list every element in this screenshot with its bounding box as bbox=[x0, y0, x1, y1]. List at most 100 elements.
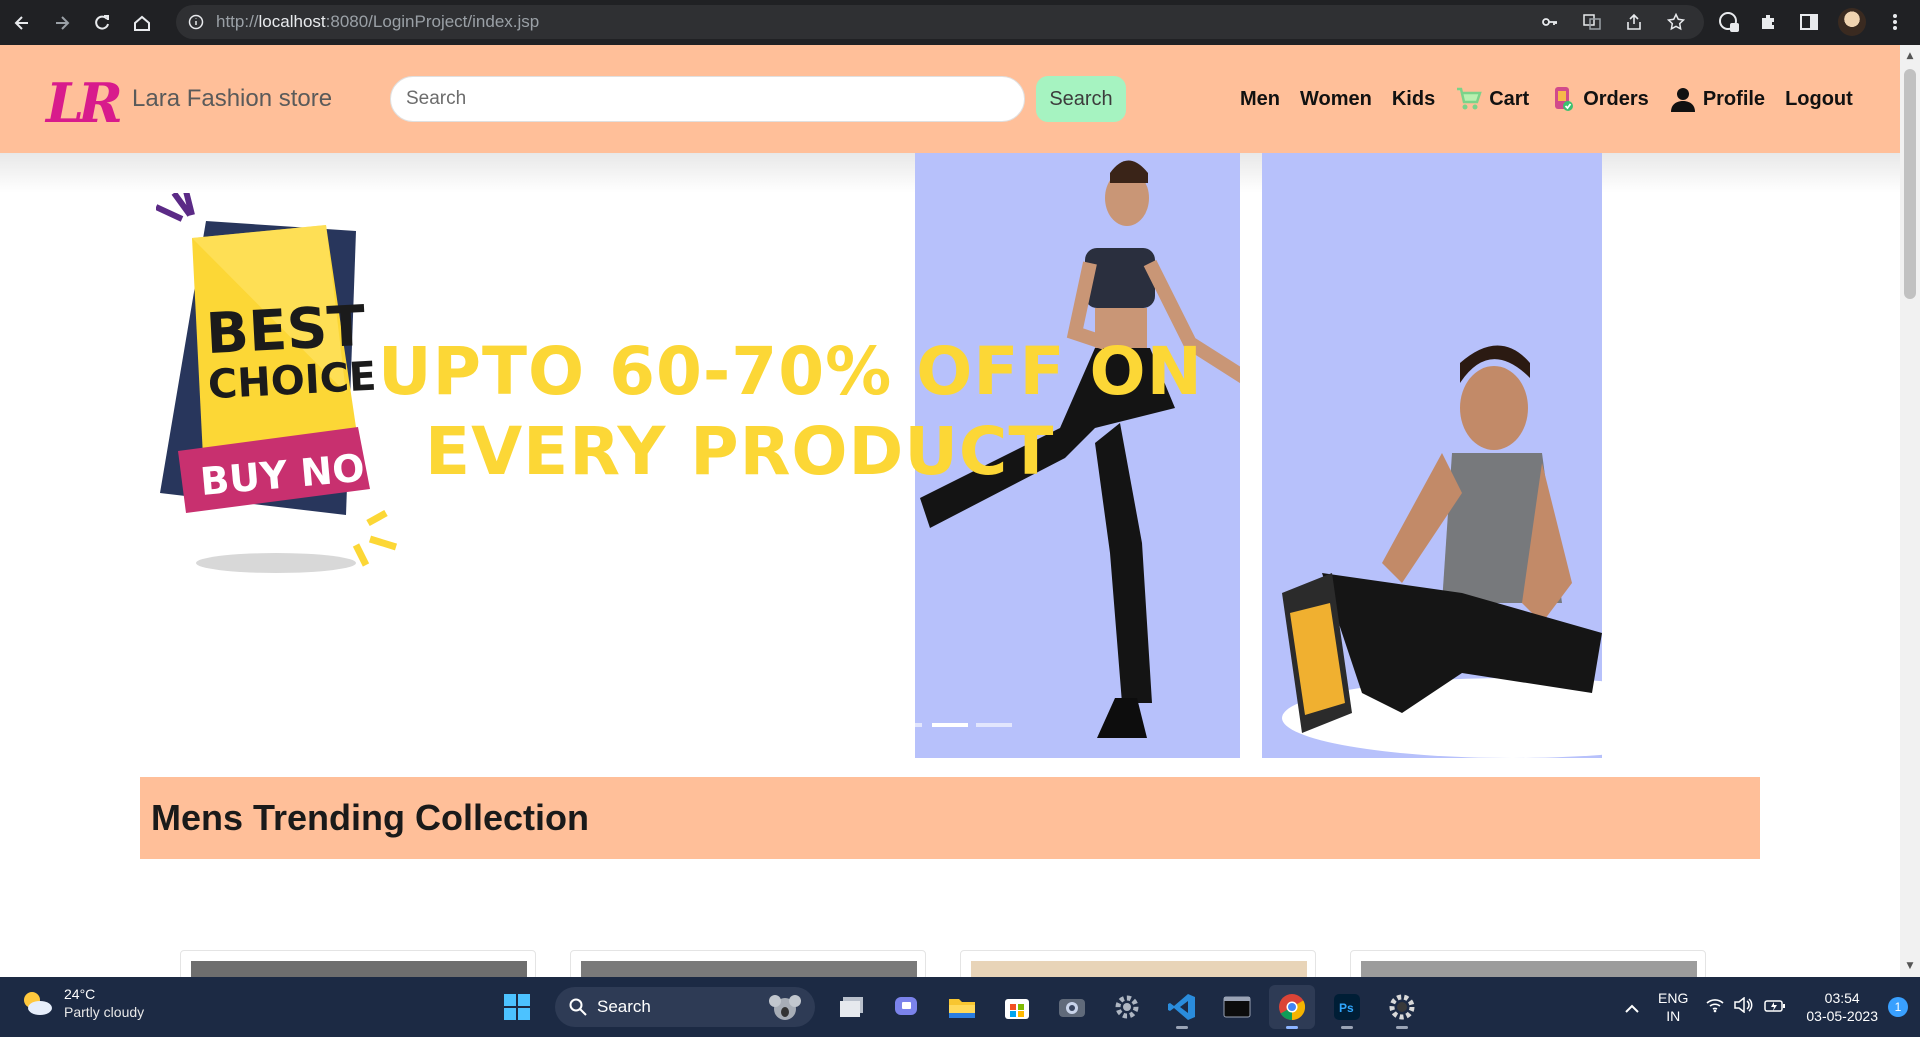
product-card[interactable] bbox=[960, 950, 1316, 981]
taskbar-search[interactable]: Search bbox=[555, 987, 815, 1027]
clock-date: 03-05-2023 bbox=[1806, 1008, 1878, 1024]
bookmark-star-icon[interactable] bbox=[1666, 12, 1686, 32]
reload-icon[interactable] bbox=[84, 5, 120, 41]
clock-time: 03:54 bbox=[1824, 990, 1860, 1006]
page-scrollbar[interactable]: ▲ ▼ bbox=[1900, 45, 1920, 977]
input-language[interactable]: ENG IN bbox=[1658, 989, 1688, 1025]
teams-chat-icon[interactable] bbox=[884, 985, 930, 1029]
section-header: Mens Trending Collection bbox=[140, 777, 1760, 859]
nav-logout-label: Logout bbox=[1785, 87, 1853, 110]
microsoft-store-icon[interactable] bbox=[994, 985, 1040, 1029]
extensions-puzzle-icon[interactable] bbox=[1758, 11, 1780, 33]
wifi-icon[interactable] bbox=[1706, 997, 1724, 1017]
language-region: IN bbox=[1666, 1008, 1681, 1024]
nav-orders[interactable]: Orders bbox=[1549, 85, 1649, 113]
more-menu-icon[interactable] bbox=[1884, 11, 1906, 33]
nav-men[interactable]: Men bbox=[1240, 88, 1280, 111]
product-card[interactable] bbox=[1350, 950, 1706, 981]
search-input[interactable] bbox=[390, 76, 1025, 122]
share-icon[interactable] bbox=[1624, 12, 1644, 32]
scroll-up-arrow-icon[interactable]: ▲ bbox=[1905, 51, 1915, 61]
camera-app-icon[interactable] bbox=[1049, 985, 1095, 1029]
hero-carousel[interactable]: BEST CHOICE BUY NOW UPTO 60-70% OFF ON E… bbox=[0, 153, 1900, 758]
section-title: Mens Trending Collection bbox=[151, 797, 590, 838]
profile-avatar[interactable] bbox=[1838, 8, 1866, 36]
model-panel-man bbox=[1262, 153, 1742, 758]
taskbar-search-label: Search bbox=[597, 997, 651, 1016]
running-indicator bbox=[1176, 1026, 1188, 1029]
url-text: http://localhost:8080/LoginProject/index… bbox=[216, 12, 540, 31]
show-hidden-icons-chevron-icon[interactable] bbox=[1624, 998, 1640, 1017]
browser-toolbar: http://localhost:8080/LoginProject/index… bbox=[0, 0, 1920, 45]
back-icon[interactable] bbox=[4, 5, 40, 41]
nav-women[interactable]: Women bbox=[1300, 88, 1372, 111]
nav-cart[interactable]: Cart bbox=[1455, 85, 1529, 113]
orders-icon bbox=[1549, 85, 1577, 113]
scroll-down-arrow-icon[interactable]: ▼ bbox=[1905, 961, 1915, 971]
nav-kids[interactable]: Kids bbox=[1392, 88, 1435, 111]
product-card[interactable] bbox=[180, 950, 536, 981]
man-figure bbox=[1282, 345, 1742, 758]
main-nav: Men Women Kids Cart Orders Profile Logou… bbox=[1240, 85, 1873, 113]
side-panel-icon[interactable] bbox=[1798, 11, 1820, 33]
product-card[interactable] bbox=[570, 950, 926, 981]
settings-gear-icon[interactable] bbox=[1104, 985, 1150, 1029]
carousel-indicator-3[interactable] bbox=[976, 723, 1012, 727]
store-name[interactable]: Lara Fashion store bbox=[132, 85, 332, 113]
scroll-thumb[interactable] bbox=[1904, 69, 1916, 299]
terminal-icon[interactable] bbox=[1214, 985, 1260, 1029]
user-icon bbox=[1669, 85, 1697, 113]
svg-text:Ps: Ps bbox=[1339, 1001, 1354, 1015]
store-logo[interactable]: LR bbox=[46, 71, 123, 135]
nav-women-label: Women bbox=[1300, 87, 1372, 110]
search-icon bbox=[569, 998, 587, 1016]
battery-charging-icon[interactable] bbox=[1764, 998, 1786, 1017]
address-bar[interactable]: http://localhost:8080/LoginProject/index… bbox=[176, 5, 1704, 39]
carousel-indicator-2[interactable] bbox=[932, 723, 968, 727]
best-choice-badge: BEST CHOICE BUY NOW bbox=[154, 190, 416, 573]
weather-temperature: 24°C bbox=[64, 986, 96, 1002]
promo-line-1: UPTO 60-70% OFF ON bbox=[378, 333, 1203, 410]
extension-chatgpt-icon[interactable] bbox=[1718, 11, 1740, 33]
windows-taskbar: 24°C Partly cloudy Search Ps ENG IN 03:5… bbox=[0, 977, 1920, 1037]
carousel-indicator-1[interactable] bbox=[912, 723, 922, 727]
cart-icon bbox=[1455, 85, 1483, 113]
weather-widget[interactable]: 24°C Partly cloudy bbox=[20, 985, 144, 1021]
chrome-icon[interactable] bbox=[1269, 985, 1315, 1029]
badge-choice: CHOICE bbox=[206, 353, 378, 409]
translate-icon[interactable] bbox=[1582, 12, 1602, 32]
partly-cloudy-icon bbox=[24, 992, 52, 1015]
task-view-icon[interactable] bbox=[829, 985, 875, 1029]
nav-kids-label: Kids bbox=[1391, 87, 1436, 110]
system-tray: ENG IN 03:54 03-05-2023 1 bbox=[1624, 977, 1908, 1037]
nav-cart-label: Cart bbox=[1489, 87, 1530, 110]
nav-profile-label: Profile bbox=[1702, 87, 1766, 110]
site-header: LR Lara Fashion store Search Men Women K… bbox=[0, 45, 1900, 153]
nav-profile[interactable]: Profile bbox=[1669, 85, 1765, 113]
vscode-icon[interactable] bbox=[1159, 985, 1205, 1029]
windows-start-icon[interactable] bbox=[494, 985, 540, 1029]
active-indicator bbox=[1286, 1026, 1298, 1029]
forward-icon[interactable] bbox=[44, 5, 80, 41]
volume-icon[interactable] bbox=[1734, 996, 1754, 1017]
running-indicator bbox=[1396, 1026, 1408, 1029]
home-icon[interactable] bbox=[124, 5, 160, 41]
running-indicator bbox=[1341, 1026, 1353, 1029]
language-code: ENG bbox=[1658, 990, 1689, 1006]
app-gear-icon[interactable] bbox=[1379, 985, 1425, 1029]
search-highlight-koala-icon bbox=[769, 995, 801, 1020]
password-key-icon[interactable] bbox=[1540, 12, 1560, 32]
search-button[interactable]: Search bbox=[1036, 76, 1126, 122]
weather-condition: Partly cloudy bbox=[64, 1004, 145, 1020]
taskbar-clock[interactable]: 03:54 03-05-2023 bbox=[1806, 989, 1878, 1025]
file-explorer-icon[interactable] bbox=[939, 985, 985, 1029]
nav-men-label: Men bbox=[1240, 87, 1280, 110]
product-card-list bbox=[180, 950, 1710, 981]
taskbar-apps: Search Ps bbox=[494, 985, 1434, 1029]
nav-logout[interactable]: Logout bbox=[1785, 88, 1853, 111]
site-info-icon[interactable] bbox=[188, 14, 204, 30]
notification-badge[interactable]: 1 bbox=[1888, 997, 1908, 1017]
photoshop-icon[interactable]: Ps bbox=[1324, 985, 1370, 1029]
promo-line-2: EVERY PRODUCT bbox=[425, 413, 1055, 490]
nav-orders-label: Orders bbox=[1583, 87, 1649, 110]
